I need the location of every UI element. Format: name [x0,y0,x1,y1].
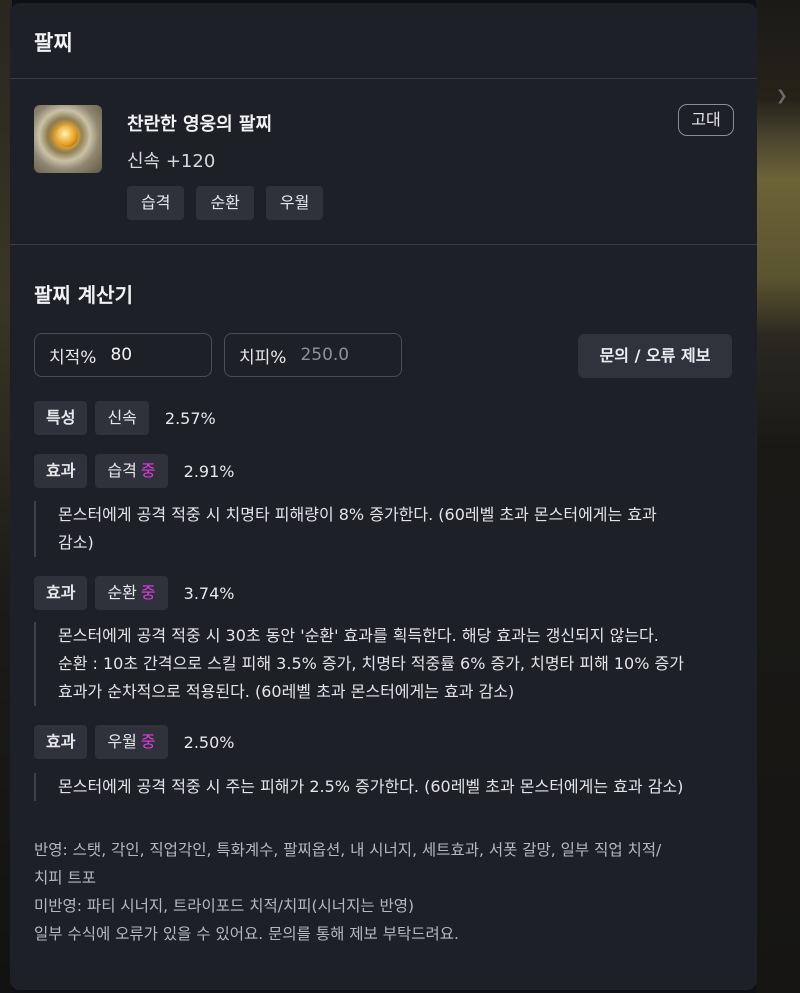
crit-damage-input[interactable]: 250.0 [300,345,349,365]
effect-name: 순환 [107,583,137,602]
crit-rate-label: 치적% [49,347,97,368]
effect-tier: 중 [140,583,156,602]
item-stat: 신속 +120 [127,151,216,172]
crit-damage-label: 치피% [239,347,287,368]
trait-value: 2.57% [164,408,216,428]
grade-badge: 고대 [678,104,734,136]
effect-row-3: 효과 우월 중 2.50% [34,725,234,759]
effect-value: 2.91% [183,461,235,481]
footer-line: 일부 수식에 오류가 있을 수 있어요. 문의를 통해 제보 부탁드려요. [34,925,459,943]
panel-title: 팔찌 [34,31,73,55]
effect-row-2: 효과 순환 중 3.74% [34,576,234,610]
effect-row-1: 효과 습격 중 2.91% [34,454,234,488]
description-line: 몬스터에게 공격 적중 시 30초 동안 '순환' 효과를 획득한다. 해당 효… [58,626,659,645]
effect-name-chip: 우월 중 [95,725,168,759]
item-section: 습격 순환 우월 [10,79,757,245]
trait-type-chip: 특성 [34,401,88,435]
effect-name: 습격 [107,461,137,480]
footer-line: 반영: 스탯, 각인, 직업각인, 특화계수, 팔찌옵션, 내 시너지, 세트효… [34,841,662,859]
tag-3: 우월 [265,186,324,220]
effect-name-chip: 습격 중 [95,454,168,488]
description-line: 순환 : 10초 간격으로 스킬 피해 3.5% 증가, 치명타 적중률 6% … [58,654,684,673]
bracelet-panel: 팔찌 습격 순환 우월 찬란한 영웅의 팔찌 신속 +120 고대 팔찌 계산기… [10,3,757,990]
effect-value: 3.74% [183,583,235,603]
tag-2: 순환 [196,186,254,220]
bracelet-icon [34,105,102,173]
report-button[interactable]: 문의 / 오류 제보 [578,334,732,378]
effect-tier: 중 [140,461,156,480]
effect-name-chip: 순환 중 [95,576,168,610]
effect-tier: 중 [140,732,156,751]
trait-row: 특성 신속 2.57% [34,401,216,435]
effect-description-3: 몬스터에게 공격 적중 시 주는 피해가 2.5% 증가한다. (60레벨 초과… [34,773,734,801]
backdrop-right: ❯ [756,0,800,993]
gem-icon [56,125,78,147]
crit-damage-field[interactable]: 치피% 250.0 [224,333,402,377]
description-line: 몬스터에게 공격 적중 시 주는 피해가 2.5% 증가한다. (60레벨 초과… [58,777,684,796]
effect-type-chip: 효과 [34,725,88,759]
trait-name-chip: 신속 [95,401,149,435]
effect-value: 2.50% [183,732,235,752]
calculator-title: 팔찌 계산기 [34,283,133,307]
item-name: 찬란한 영웅의 팔찌 [127,114,273,135]
description-line: 효과가 순차적으로 적용된다. (60레벨 초과 몬스터에게는 효과 감소) [58,682,515,701]
footer-line: 미반영: 파티 시너지, 트라이포드 치적/치피(시너지는 반영) [34,897,415,915]
effect-name: 우월 [107,732,137,751]
chevron-right-icon: ❯ [776,88,788,104]
panel-header: 팔찌 [10,3,757,79]
effect-type-chip: 효과 [34,576,88,610]
crit-rate-input[interactable]: 80 [110,345,132,365]
effect-description-1: 몬스터에게 공격 적중 시 치명타 피해량이 8% 증가한다. (60레벨 초과… [34,501,734,557]
description-line: 몬스터에게 공격 적중 시 치명타 피해량이 8% 증가한다. (60레벨 초과… [58,505,657,524]
effect-description-2: 몬스터에게 공격 적중 시 30초 동안 '순환' 효과를 획득한다. 해당 효… [34,622,734,706]
item-tags: 습격 순환 우월 [127,186,324,220]
description-line: 감소) [58,533,94,552]
footer-notes: 반영: 스탯, 각인, 직업각인, 특화계수, 팔찌옵션, 내 시너지, 세트효… [34,836,734,948]
crit-rate-field[interactable]: 치적% 80 [34,333,212,377]
effect-type-chip: 효과 [34,454,88,488]
footer-line: 치피 트포 [34,869,96,887]
tag-1: 습격 [127,186,185,220]
